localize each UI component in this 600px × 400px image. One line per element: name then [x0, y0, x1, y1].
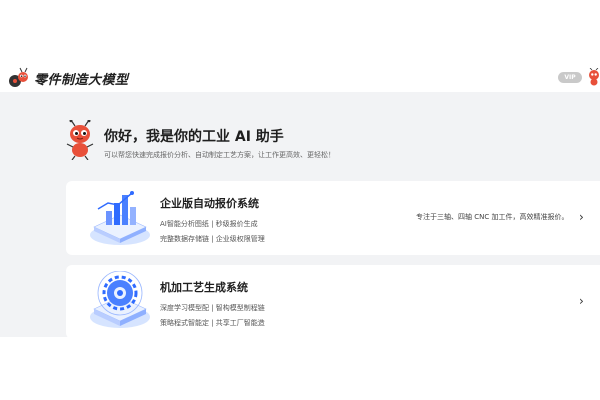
process-generation-card[interactable]: 机加工艺生成系统 深度学习模型配 | 智构模型制程链 策略程式智能定 | 共享工… — [66, 265, 600, 337]
quotation-system-card[interactable]: 企业版自动报价系统 AI智能分析图纸 | 秒级报价生成 完整数据存储链 | 企业… — [66, 181, 600, 255]
greeting-subtitle: 可以帮您快速完成报价分析、自动制定工艺方案，让工作更高效、更轻松！ — [104, 151, 335, 159]
card-title: 机加工艺生成系统 — [160, 281, 248, 294]
card-feature-line: 完整数据存储链 | 企业级权限管理 — [160, 235, 265, 243]
card-feature-line: AI智能分析图纸 | 秒级报价生成 — [160, 220, 258, 228]
chevron-right-icon[interactable]: › — [579, 295, 591, 307]
greeting-title: 你好，我是你的工业 AI 助手 — [104, 129, 284, 145]
card-feature-line: 策略程式智能定 | 共享工厂智能造 — [160, 319, 265, 327]
ant-logo-icon — [9, 67, 28, 87]
gear-platform-icon — [90, 271, 150, 328]
vip-badge[interactable]: VIP — [558, 72, 582, 83]
bar-chart-platform-icon — [90, 191, 150, 245]
ant-avatar-icon[interactable] — [586, 68, 600, 86]
card-description: 专注于三轴、四轴 CNC 加工件，高效精准报价。 — [416, 213, 569, 221]
ant-mascot-icon — [66, 120, 94, 160]
chevron-right-icon[interactable]: › — [579, 211, 591, 223]
main-content: 你好，我是你的工业 AI 助手 可以帮您快速完成报价分析、自动制定工艺方案，让工… — [0, 92, 600, 337]
brand-name: 零件制造大模型 — [34, 73, 129, 88]
card-title: 企业版自动报价系统 — [160, 197, 259, 210]
card-feature-line: 深度学习模型配 | 智构模型制程链 — [160, 304, 265, 312]
top-header: 零件制造大模型 VIP — [0, 62, 600, 92]
